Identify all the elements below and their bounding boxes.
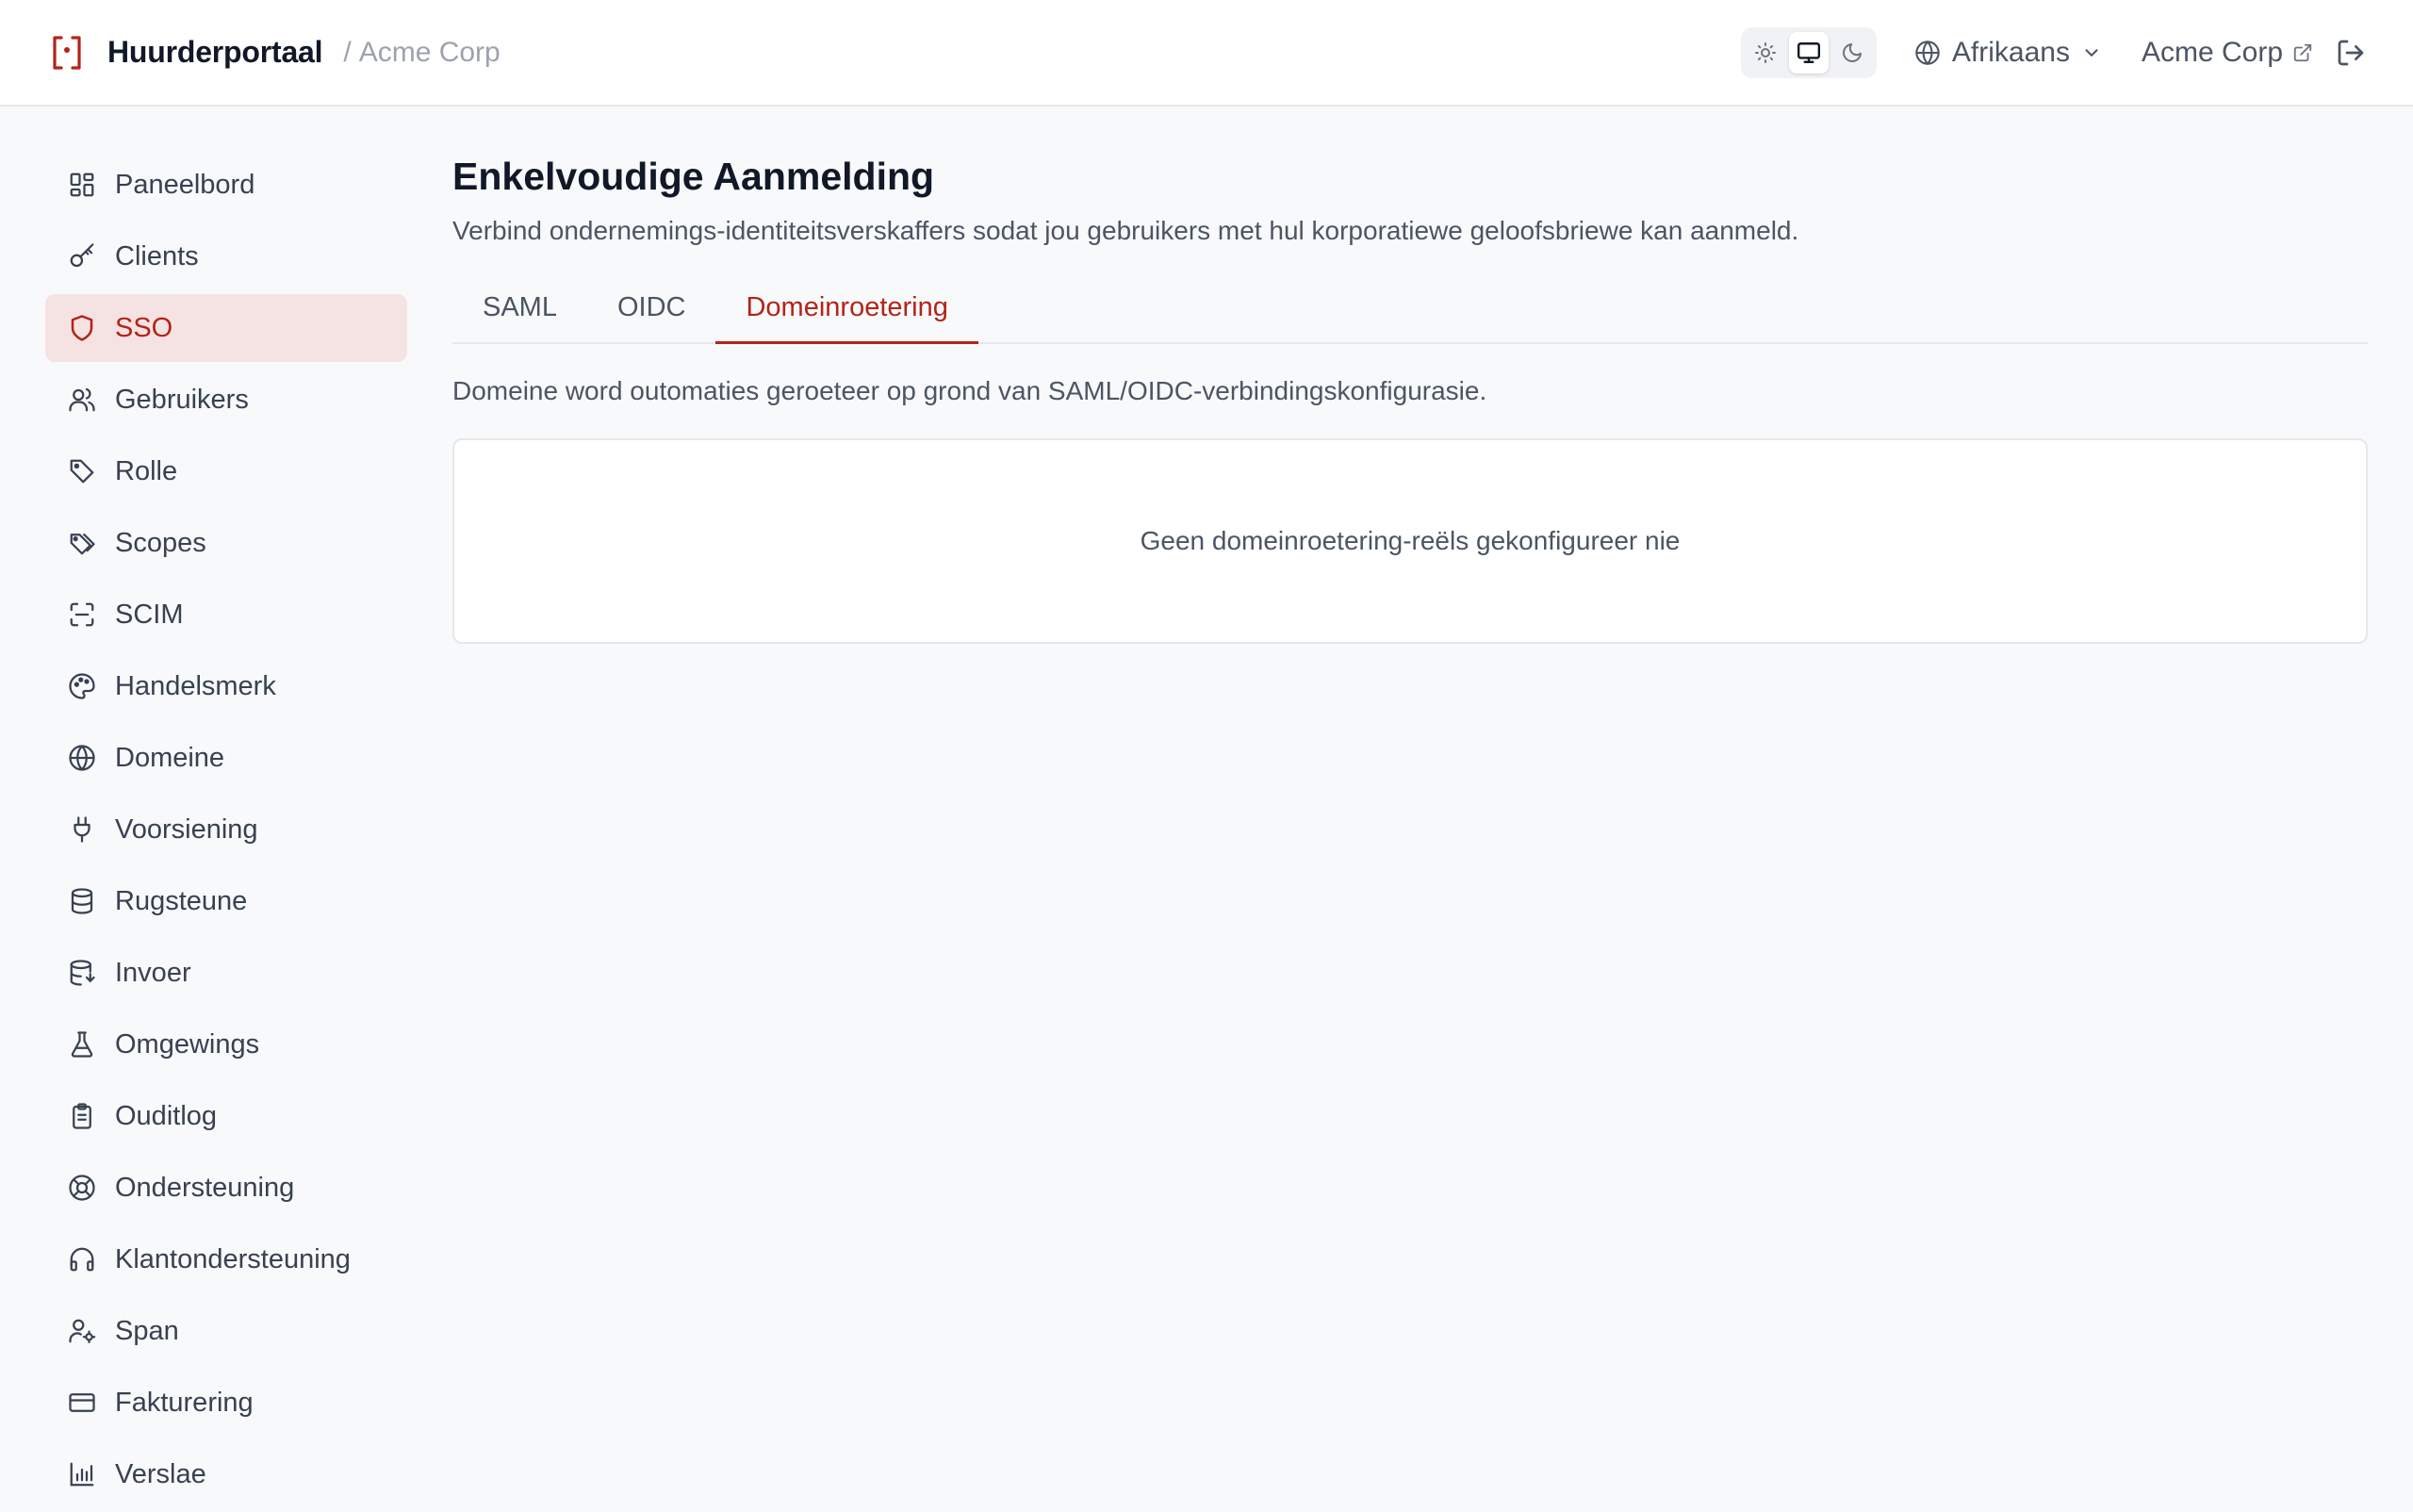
lifebuoy-icon xyxy=(66,1172,98,1204)
sidebar-item-paneelbord[interactable]: Paneelbord xyxy=(45,151,407,219)
sidebar-item-scim[interactable]: SCIM xyxy=(45,581,407,649)
sidebar-item-ondersteuning[interactable]: Ondersteuning xyxy=(45,1154,407,1222)
sidebar-item-label: Voorsiening xyxy=(115,814,258,845)
sidebar-item-invoer[interactable]: Invoer xyxy=(45,939,407,1007)
sidebar-item-verslae[interactable]: Verslae xyxy=(45,1440,407,1508)
sidebar-item-voorsiening[interactable]: Voorsiening xyxy=(45,796,407,863)
sidebar-item-label: Domeine xyxy=(115,742,225,773)
flask-icon xyxy=(66,1028,98,1060)
tenant-link-label: Acme Corp xyxy=(2141,36,2283,68)
credit-card-icon xyxy=(66,1387,98,1419)
page-title: Enkelvoudige Aanmelding xyxy=(452,155,935,198)
logout-button[interactable] xyxy=(2336,38,2366,68)
dashboard-icon xyxy=(66,169,98,201)
brand[interactable]: Huurderportaal / Acme Corp xyxy=(51,34,501,72)
sidebar-item-rolle[interactable]: Rolle xyxy=(45,437,407,505)
sidebar-item-domeine[interactable]: Domeine xyxy=(45,724,407,792)
clipboard-icon xyxy=(66,1100,98,1132)
chevron-down-icon xyxy=(2081,42,2102,63)
theme-dark-button[interactable] xyxy=(1832,32,1872,74)
tab-saml[interactable]: SAML xyxy=(452,274,587,344)
key-icon xyxy=(66,240,98,272)
logout-icon xyxy=(2336,38,2366,68)
sidebar-item-label: Ouditlog xyxy=(115,1100,218,1131)
palette-icon xyxy=(66,670,98,702)
breadcrumb-separator: / xyxy=(343,36,352,68)
bar-chart-icon xyxy=(66,1458,98,1490)
sidebar-item-clients[interactable]: Clients xyxy=(45,222,407,290)
user-cog-icon xyxy=(66,1315,98,1347)
brand-title: Huurderportaal xyxy=(107,35,323,69)
sidebar-item-label: Paneelbord xyxy=(115,169,255,200)
monitor-icon xyxy=(1797,41,1821,65)
sidebar: Paneelbord Clients SSO Gebruikers Rolle … xyxy=(45,151,407,1512)
tag-icon xyxy=(66,455,98,487)
brand-logo-icon xyxy=(51,34,83,72)
sidebar-item-label: Fakturering xyxy=(115,1387,254,1418)
sidebar-item-sso[interactable]: SSO xyxy=(45,294,407,362)
domain-routing-info: Domeine word outomaties geroeteer op gro… xyxy=(452,376,1487,405)
sidebar-item-label: Gebruikers xyxy=(115,384,249,415)
theme-light-button[interactable] xyxy=(1746,32,1785,74)
sidebar-item-ouditlog[interactable]: Ouditlog xyxy=(45,1082,407,1150)
language-label: Afrikaans xyxy=(1951,36,2070,68)
sidebar-item-label: Clients xyxy=(115,240,199,271)
empty-state-card: Geen domeinroetering-reëls gekonfigureer… xyxy=(452,438,2368,644)
sidebar-item-gebruikers[interactable]: Gebruikers xyxy=(45,366,407,434)
tab-domeinroetering[interactable]: Domeinroetering xyxy=(715,274,978,344)
page-subtitle: Verbind ondernemings-identiteitsverskaff… xyxy=(452,216,1799,245)
breadcrumb-tenant: Acme Corp xyxy=(358,36,501,68)
language-selector[interactable]: Afrikaans xyxy=(1914,37,2102,69)
theme-toggle xyxy=(1740,26,1877,78)
tags-icon xyxy=(66,527,98,559)
sidebar-item-label: SCIM xyxy=(115,599,184,630)
tenant-external-link[interactable]: Acme Corp xyxy=(2142,37,2313,69)
main-content: Enkelvoudige Aanmelding Verbind ondernem… xyxy=(452,151,2368,644)
sidebar-item-label: Omgewings xyxy=(115,1028,260,1060)
sidebar-item-omgewings[interactable]: Omgewings xyxy=(45,1011,407,1078)
plug-icon xyxy=(66,814,98,846)
sidebar-item-label: Ondersteuning xyxy=(115,1172,295,1203)
database-import-icon xyxy=(66,957,98,989)
users-icon xyxy=(66,384,98,416)
sidebar-item-label: Handelsmerk xyxy=(115,670,276,701)
moon-icon xyxy=(1841,41,1863,64)
sidebar-item-label: Span xyxy=(115,1315,179,1346)
sidebar-item-rugsteune[interactable]: Rugsteune xyxy=(45,867,407,935)
sidebar-item-klantondersteuning[interactable]: Klantondersteuning xyxy=(45,1225,407,1293)
theme-system-button[interactable] xyxy=(1788,31,1829,74)
empty-state-message: Geen domeinroetering-reëls gekonfigureer… xyxy=(1140,526,1681,555)
tab-oidc[interactable]: OIDC xyxy=(587,274,716,344)
external-link-icon xyxy=(2292,42,2313,63)
sso-tabs: SAML OIDC Domeinroetering xyxy=(452,274,2368,344)
sidebar-item-label: SSO xyxy=(115,312,173,343)
sidebar-item-handelsmerk[interactable]: Handelsmerk xyxy=(45,652,407,720)
sidebar-item-fakturering[interactable]: Fakturering xyxy=(45,1369,407,1437)
sidebar-item-span[interactable]: Span xyxy=(45,1297,407,1365)
top-bar: Huurderportaal / Acme Corp Afrikaans Acm… xyxy=(0,0,2413,107)
sun-icon xyxy=(1754,41,1777,64)
headphones-icon xyxy=(66,1243,98,1275)
scan-icon xyxy=(66,599,98,631)
database-icon xyxy=(66,885,98,917)
sidebar-item-label: Verslae xyxy=(115,1458,206,1489)
sidebar-item-label: Scopes xyxy=(115,527,206,558)
shield-icon xyxy=(66,312,98,344)
globe-icon xyxy=(1914,40,1941,66)
sidebar-item-label: Invoer xyxy=(115,957,191,988)
sidebar-item-label: Klantondersteuning xyxy=(115,1243,351,1274)
sidebar-item-label: Rugsteune xyxy=(115,885,248,916)
header-actions: Afrikaans Acme Corp xyxy=(1740,26,2366,78)
sidebar-item-scopes[interactable]: Scopes xyxy=(45,509,407,577)
sidebar-item-label: Rolle xyxy=(115,455,178,486)
globe-icon xyxy=(66,742,98,774)
